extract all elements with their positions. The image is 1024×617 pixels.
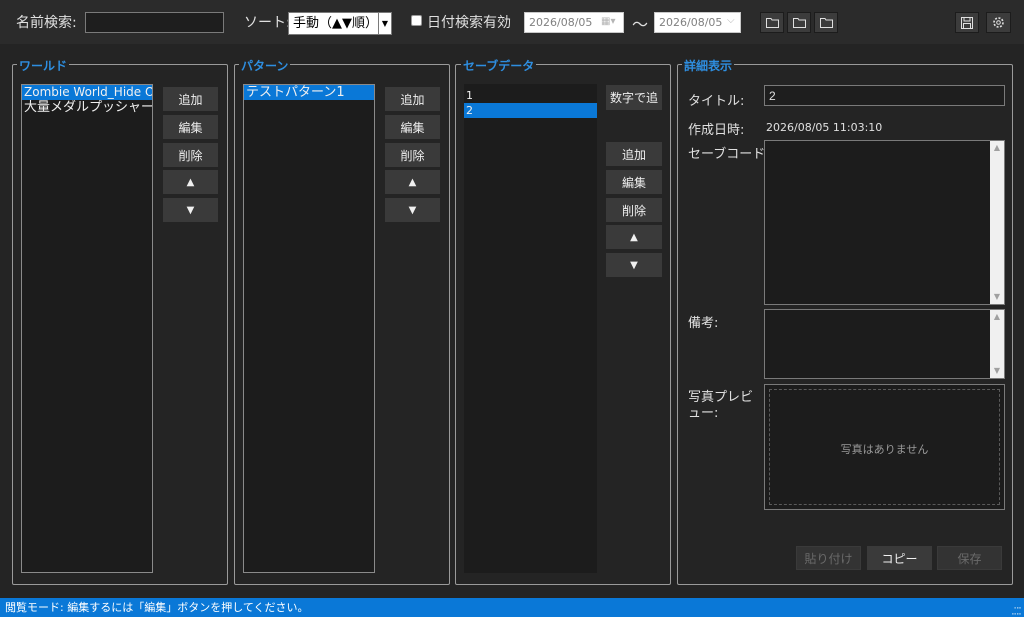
date-to-picker[interactable]: 2026/08/05 ⌵ xyxy=(654,12,741,33)
pattern-move-down-button[interactable]: ▼ xyxy=(385,198,440,222)
save-edit-button[interactable]: 編集 xyxy=(606,170,662,194)
save-code-label: セーブコード: xyxy=(688,147,770,162)
notes-label: 備考: xyxy=(688,316,719,331)
pattern-list[interactable]: テストパターン1 xyxy=(243,84,375,573)
save-data-list[interactable]: 1 2 xyxy=(464,84,597,573)
save-data-group-title: セーブデータ xyxy=(461,57,537,74)
sort-label: ソート: xyxy=(244,15,291,31)
notes-scrollbar[interactable]: ▲ ▼ xyxy=(990,310,1004,378)
title-field-label: タイトル: xyxy=(688,94,745,109)
date-from-value: 2026/08/05 xyxy=(529,16,593,29)
date-to-value: 2026/08/05 xyxy=(659,16,723,29)
list-item[interactable]: 大量メダルプッシャー／ク xyxy=(22,100,152,115)
save-button[interactable]: 保存 xyxy=(937,546,1002,570)
name-search-label: 名前検索: xyxy=(16,15,77,31)
folder-button-2[interactable] xyxy=(787,12,811,33)
list-item[interactable]: 2 xyxy=(464,103,597,118)
settings-button[interactable] xyxy=(986,12,1011,33)
save-move-down-button[interactable]: ▼ xyxy=(606,253,662,277)
save-add-button[interactable]: 追加 xyxy=(606,142,662,166)
gear-icon xyxy=(993,17,1004,28)
world-edit-button[interactable]: 編集 xyxy=(163,115,218,139)
save-delete-button[interactable]: 削除 xyxy=(606,198,662,222)
created-date-value: 2026/08/05 11:03:10 xyxy=(766,121,883,134)
folder-icon xyxy=(765,18,779,28)
world-move-down-button[interactable]: ▼ xyxy=(163,198,218,222)
folder-icon xyxy=(792,18,806,28)
date-range-tilde: 〜 xyxy=(632,15,649,34)
world-add-button[interactable]: 追加 xyxy=(163,87,218,111)
scroll-up-icon[interactable]: ▲ xyxy=(990,310,1004,324)
created-date-label: 作成日時: xyxy=(688,123,745,138)
list-item[interactable]: 1 xyxy=(464,88,597,103)
date-filter-checkbox[interactable] xyxy=(411,15,422,26)
date-filter-label: 日付検索有効 xyxy=(427,15,511,31)
resize-grip-icon[interactable]: ⠠⠤ ⠤⠤ xyxy=(1011,603,1023,617)
list-item[interactable]: Zombie World_Hide Out xyxy=(22,85,152,100)
no-photo-text: 写真はありません xyxy=(840,443,929,456)
pattern-add-button[interactable]: 追加 xyxy=(385,87,440,111)
save-code-textarea[interactable]: ▲ ▼ xyxy=(764,140,1005,305)
list-item[interactable]: テストパターン1 xyxy=(244,85,374,100)
world-group-title: ワールド xyxy=(17,57,70,74)
name-search-input[interactable] xyxy=(85,12,224,33)
notes-textarea[interactable]: ▲ ▼ xyxy=(764,309,1005,379)
photo-preview-box: 写真はありません xyxy=(764,384,1005,510)
photo-preview-label-line2: ュー: xyxy=(688,406,719,421)
paste-button[interactable]: 貼り付け xyxy=(796,546,861,570)
scroll-down-icon[interactable]: ▼ xyxy=(990,290,1004,304)
save-code-scrollbar[interactable]: ▲ ▼ xyxy=(990,141,1004,304)
floppy-disk-icon xyxy=(961,16,973,29)
pattern-move-up-button[interactable]: ▲ xyxy=(385,170,440,194)
copy-button[interactable]: コピー xyxy=(867,546,932,570)
pattern-group-title: パターン xyxy=(239,57,291,74)
folder-icon xyxy=(819,18,833,28)
chevron-down-icon[interactable]: ⌵ xyxy=(727,15,735,26)
number-add-button[interactable]: 数字で追 xyxy=(606,85,662,110)
world-list[interactable]: Zombie World_Hide Out 大量メダルプッシャー／ク xyxy=(21,84,153,573)
title-field-input[interactable] xyxy=(764,85,1005,106)
folder-button-3[interactable] xyxy=(814,12,838,33)
detail-group-title: 詳細表示 xyxy=(682,57,735,74)
pattern-edit-button[interactable]: 編集 xyxy=(385,115,440,139)
date-from-picker[interactable]: 2026/08/05 ▦▾ xyxy=(524,12,624,33)
scroll-down-icon[interactable]: ▼ xyxy=(990,364,1004,378)
pattern-delete-button[interactable]: 削除 xyxy=(385,143,440,167)
sort-select[interactable]: 手動（▲▼順） xyxy=(288,12,379,35)
world-delete-button[interactable]: 削除 xyxy=(163,143,218,167)
scroll-up-icon[interactable]: ▲ xyxy=(990,141,1004,155)
sort-dropdown-arrow-icon[interactable]: ▼ xyxy=(379,12,392,35)
calendar-dropdown-icon[interactable]: ▦▾ xyxy=(601,16,615,27)
status-text: 閲覧モード: 編集するには「編集」ボタンを押してください。 xyxy=(5,601,309,614)
save-move-up-button[interactable]: ▲ xyxy=(606,225,662,249)
world-move-up-button[interactable]: ▲ xyxy=(163,170,218,194)
folder-button-1[interactable] xyxy=(760,12,784,33)
save-file-button[interactable] xyxy=(955,12,979,33)
status-bar: 閲覧モード: 編集するには「編集」ボタンを押してください。 xyxy=(0,598,1024,617)
